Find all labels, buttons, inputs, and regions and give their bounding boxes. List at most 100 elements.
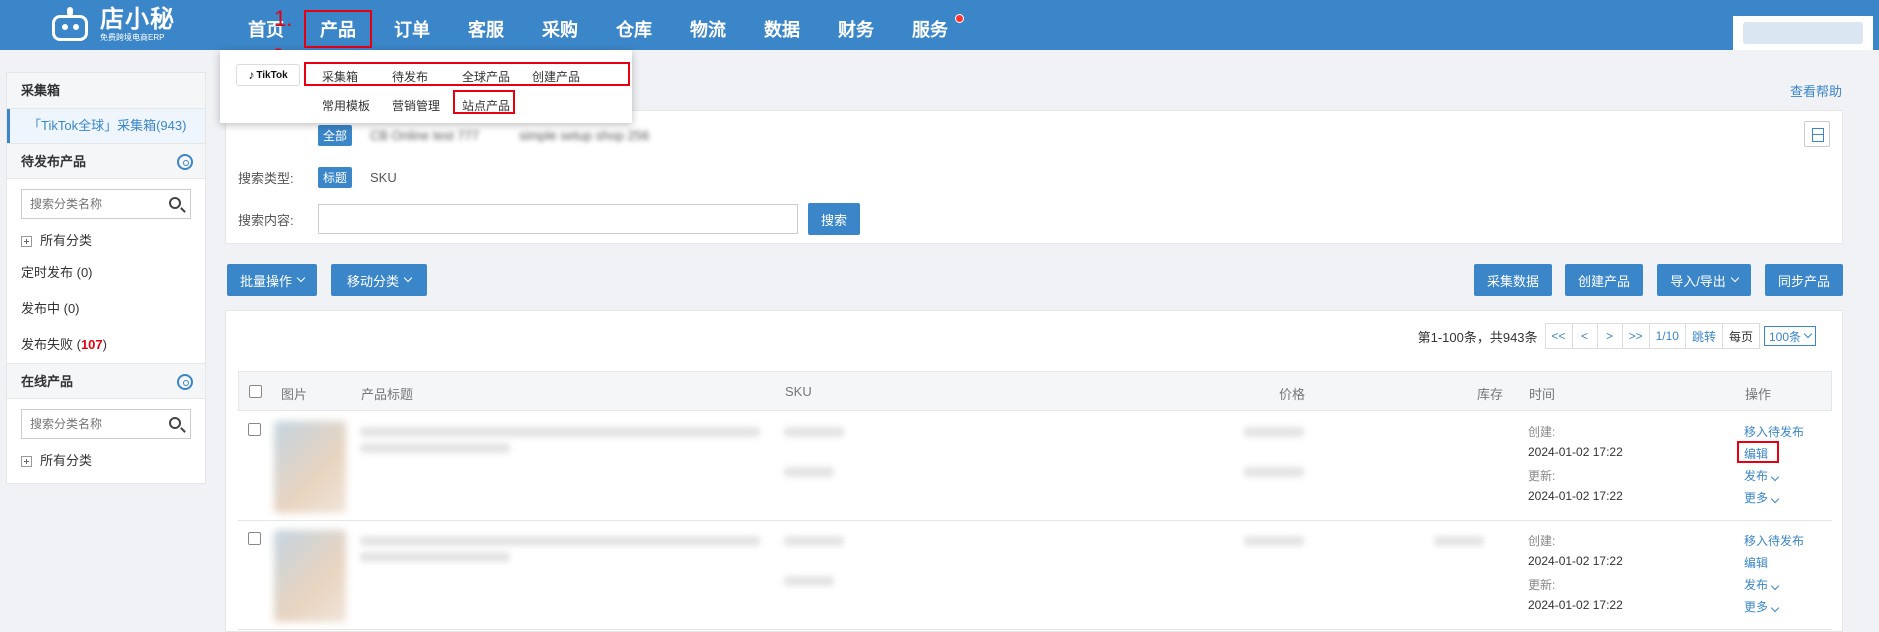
search-content-input[interactable] bbox=[318, 204, 798, 234]
gear-icon[interactable] bbox=[177, 374, 193, 390]
menu-marketing[interactable]: 营销管理 bbox=[392, 97, 440, 114]
table-header: 图片 产品标题 SKU 价格 库存 时间 操作 bbox=[238, 371, 1832, 411]
tiktok-logo: ♪ TikTok bbox=[236, 64, 300, 86]
header-ops: 操作 bbox=[1745, 387, 1772, 402]
search-icon[interactable] bbox=[169, 417, 181, 429]
sidebar-item-failed[interactable]: 发布失败 (107) bbox=[7, 327, 205, 363]
header-sku: SKU bbox=[785, 384, 812, 399]
online-category-search-input[interactable] bbox=[22, 410, 162, 438]
sidebar-item-publishing[interactable]: 发布中 (0) bbox=[7, 291, 205, 327]
page-indicator: 1/10 bbox=[1648, 323, 1686, 349]
product-title-blurred bbox=[360, 427, 760, 437]
nav-service[interactable]: 客服 bbox=[466, 0, 506, 50]
product-title-blurred bbox=[360, 552, 510, 562]
created-label: 创建: bbox=[1528, 425, 1556, 439]
page-size-select[interactable]: 100条 bbox=[1763, 326, 1816, 346]
search-icon[interactable] bbox=[169, 197, 181, 209]
publish-link[interactable]: 发布 bbox=[1744, 467, 1780, 484]
first-page-button[interactable]: << bbox=[1544, 323, 1573, 349]
user-account-box[interactable] bbox=[1733, 16, 1873, 50]
highlight-box-row1 bbox=[304, 62, 630, 86]
updated-label: 更新: bbox=[1528, 469, 1556, 483]
publish-label: 发布 bbox=[1744, 469, 1769, 483]
per-page-label: 每页 bbox=[1721, 323, 1760, 349]
price-blurred bbox=[1244, 467, 1304, 477]
more-label: 更多 bbox=[1744, 491, 1769, 505]
more-link[interactable]: 更多 bbox=[1744, 598, 1780, 615]
pending-category-search-input[interactable] bbox=[22, 190, 162, 218]
nav-warehouse[interactable]: 仓库 bbox=[614, 0, 654, 50]
notification-dot bbox=[955, 14, 964, 23]
batch-actions-button[interactable]: 批量操作 bbox=[227, 264, 317, 296]
jump-button[interactable]: 跳转 bbox=[1684, 323, 1723, 349]
header-price: 价格 bbox=[1279, 387, 1306, 402]
edit-link[interactable]: 编辑 bbox=[1744, 554, 1768, 571]
help-link[interactable]: 查看帮助 bbox=[1790, 81, 1842, 100]
row-checkbox[interactable] bbox=[248, 532, 261, 545]
import-export-button[interactable]: 导入/导出 bbox=[1657, 264, 1751, 296]
tiktok-note-icon: ♪ bbox=[248, 68, 255, 82]
expand-icon[interactable] bbox=[21, 455, 32, 467]
more-link[interactable]: 更多 bbox=[1744, 489, 1780, 506]
brand-tagline: 免费跨境电商ERP bbox=[100, 33, 165, 42]
sku-blurred bbox=[784, 467, 834, 477]
search-type-row: 搜索类型: 标题 SKU bbox=[238, 167, 437, 188]
failed-count: 107 bbox=[80, 337, 103, 352]
next-page-button[interactable]: > bbox=[1596, 323, 1623, 349]
online-all-categories[interactable]: 所有分类 bbox=[7, 447, 205, 475]
move-category-button[interactable]: 移动分类 bbox=[331, 264, 427, 296]
publish-link[interactable]: 发布 bbox=[1744, 576, 1780, 593]
search-button[interactable]: 搜索 bbox=[808, 203, 860, 235]
shop-all-tag[interactable]: 全部 bbox=[318, 125, 353, 146]
created-time: 2024-01-02 17:22 bbox=[1528, 554, 1623, 568]
nav-finance[interactable]: 财务 bbox=[836, 0, 876, 50]
product-title-blurred bbox=[360, 536, 760, 546]
select-all-checkbox[interactable] bbox=[249, 385, 262, 398]
menu-templates[interactable]: 常用模板 bbox=[322, 97, 370, 114]
collapse-icon[interactable] bbox=[1804, 121, 1830, 147]
product-thumbnail[interactable] bbox=[274, 530, 346, 622]
search-type-sku[interactable]: SKU bbox=[370, 170, 397, 185]
nav-purchase[interactable]: 采购 bbox=[540, 0, 580, 50]
sidebar-online-header: 在线产品 bbox=[7, 363, 205, 399]
shop-option-2[interactable]: simple setup shop 256 bbox=[519, 128, 649, 143]
sku-blurred bbox=[784, 427, 844, 437]
sidebar-collect-title: 采集箱 bbox=[7, 73, 205, 109]
batch-actions-label: 批量操作 bbox=[239, 273, 292, 289]
search-type-title[interactable]: 标题 bbox=[318, 167, 353, 188]
robot-logo-icon bbox=[48, 7, 92, 43]
collect-data-button[interactable]: 采集数据 bbox=[1474, 264, 1552, 296]
filter-panel: 全部 CB Online test 777 simple setup shop … bbox=[225, 110, 1843, 244]
move-to-pending-link[interactable]: 移入待发布 bbox=[1744, 532, 1804, 549]
sync-products-button[interactable]: 同步产品 bbox=[1765, 264, 1843, 296]
sidebar-item-tiktok-collect[interactable]: 「TikTok全球」采集箱(943) bbox=[7, 109, 205, 143]
highlight-box-products bbox=[304, 10, 372, 48]
nav-services[interactable]: 服务 bbox=[910, 0, 950, 50]
search-type-label: 搜索类型: bbox=[238, 171, 294, 186]
updated-label: 更新: bbox=[1528, 578, 1556, 592]
nav-orders[interactable]: 订单 bbox=[392, 0, 432, 50]
shop-option-1[interactable]: CB Online test 777 bbox=[370, 128, 479, 143]
last-page-button[interactable]: >> bbox=[1621, 323, 1650, 349]
pending-all-categories[interactable]: 所有分类 bbox=[7, 227, 205, 255]
sidebar-pending-title: 待发布产品 bbox=[21, 154, 87, 169]
create-product-button[interactable]: 创建产品 bbox=[1565, 264, 1643, 296]
sidebar-item-scheduled[interactable]: 定时发布 (0) bbox=[7, 255, 205, 291]
created-label: 创建: bbox=[1528, 534, 1556, 548]
expand-icon[interactable] bbox=[21, 235, 32, 247]
gear-icon[interactable] bbox=[177, 154, 193, 170]
product-thumbnail[interactable] bbox=[274, 421, 346, 513]
highlight-box-edit bbox=[1737, 441, 1779, 463]
move-to-pending-link[interactable]: 移入待发布 bbox=[1744, 423, 1804, 440]
header-title: 产品标题 bbox=[361, 387, 414, 402]
publish-label: 发布 bbox=[1744, 578, 1769, 592]
page-size-value: 100条 bbox=[1768, 329, 1801, 344]
nav-logistics[interactable]: 物流 bbox=[688, 0, 728, 50]
online-all-categories-label: 所有分类 bbox=[40, 453, 93, 468]
nav-data[interactable]: 数据 bbox=[762, 0, 802, 50]
row-checkbox[interactable] bbox=[248, 423, 261, 436]
brand-logo[interactable]: 店小秘 免费跨境电商ERP bbox=[48, 4, 208, 46]
price-blurred bbox=[1244, 427, 1304, 437]
pending-all-categories-label: 所有分类 bbox=[40, 233, 93, 248]
prev-page-button[interactable]: < bbox=[1571, 323, 1598, 349]
